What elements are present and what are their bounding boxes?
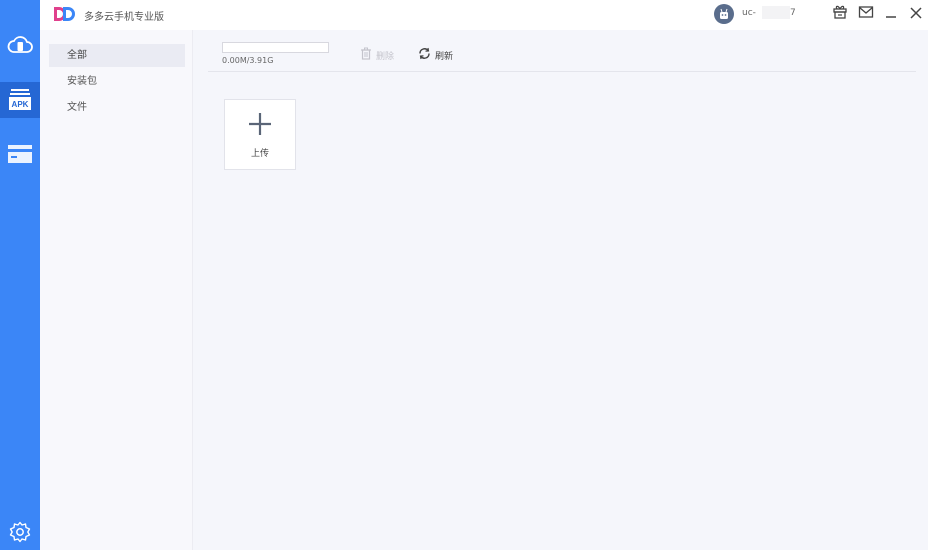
card-icon: [7, 144, 33, 164]
username-suffix: 7: [790, 8, 796, 18]
delete-label: 删除: [376, 51, 395, 62]
username-prefix: uc-: [742, 8, 756, 18]
rail-item-cloud-phone[interactable]: [0, 27, 40, 63]
cloud-phone-icon: [7, 34, 33, 56]
upload-label: 上传: [250, 149, 269, 159]
subnav-item-files[interactable]: 文件: [49, 96, 185, 119]
subnav-item-packages[interactable]: 安装包: [49, 70, 185, 93]
plus-icon: [248, 112, 272, 136]
settings-button[interactable]: [0, 514, 40, 550]
category-sidebar: 全部 安装包 文件: [40, 30, 193, 550]
rail-item-apk[interactable]: APK: [0, 82, 40, 118]
left-rail: APK: [0, 0, 40, 550]
gift-button[interactable]: [831, 5, 849, 23]
robot-avatar-icon[interactable]: [714, 4, 734, 24]
mail-icon: [858, 4, 874, 24]
toolbar-divider: [208, 71, 916, 72]
upload-button[interactable]: 上传: [224, 99, 296, 170]
refresh-button[interactable]: 刷新: [418, 47, 453, 63]
mail-button[interactable]: [857, 5, 875, 23]
subnav-item-all[interactable]: 全部: [49, 44, 185, 67]
main-panel: 0.00M/3.91G 删除 刷新 上传: [194, 30, 928, 550]
apk-icon: APK: [7, 87, 33, 113]
storage-progress-bar: [222, 42, 329, 53]
app-title: 多多云手机专业版: [84, 12, 164, 23]
refresh-label: 刷新: [435, 51, 454, 62]
close-icon: [909, 5, 923, 24]
username-redaction: [762, 6, 790, 19]
trash-icon: [360, 47, 372, 63]
storage-usage-text: 0.00M/3.91G: [222, 56, 274, 65]
close-button[interactable]: [907, 5, 925, 23]
gear-icon: [9, 521, 31, 543]
minimize-icon: [884, 5, 898, 24]
rail-item-card[interactable]: [0, 136, 40, 172]
gift-icon: [832, 4, 848, 24]
minimize-button[interactable]: [882, 5, 900, 23]
svg-text:APK: APK: [12, 100, 29, 109]
dd-logo-icon: [52, 5, 76, 23]
delete-button[interactable]: 删除: [360, 47, 394, 63]
refresh-icon: [418, 47, 431, 63]
title-bar: 多多云手机专业版 uc- 7: [40, 0, 928, 30]
